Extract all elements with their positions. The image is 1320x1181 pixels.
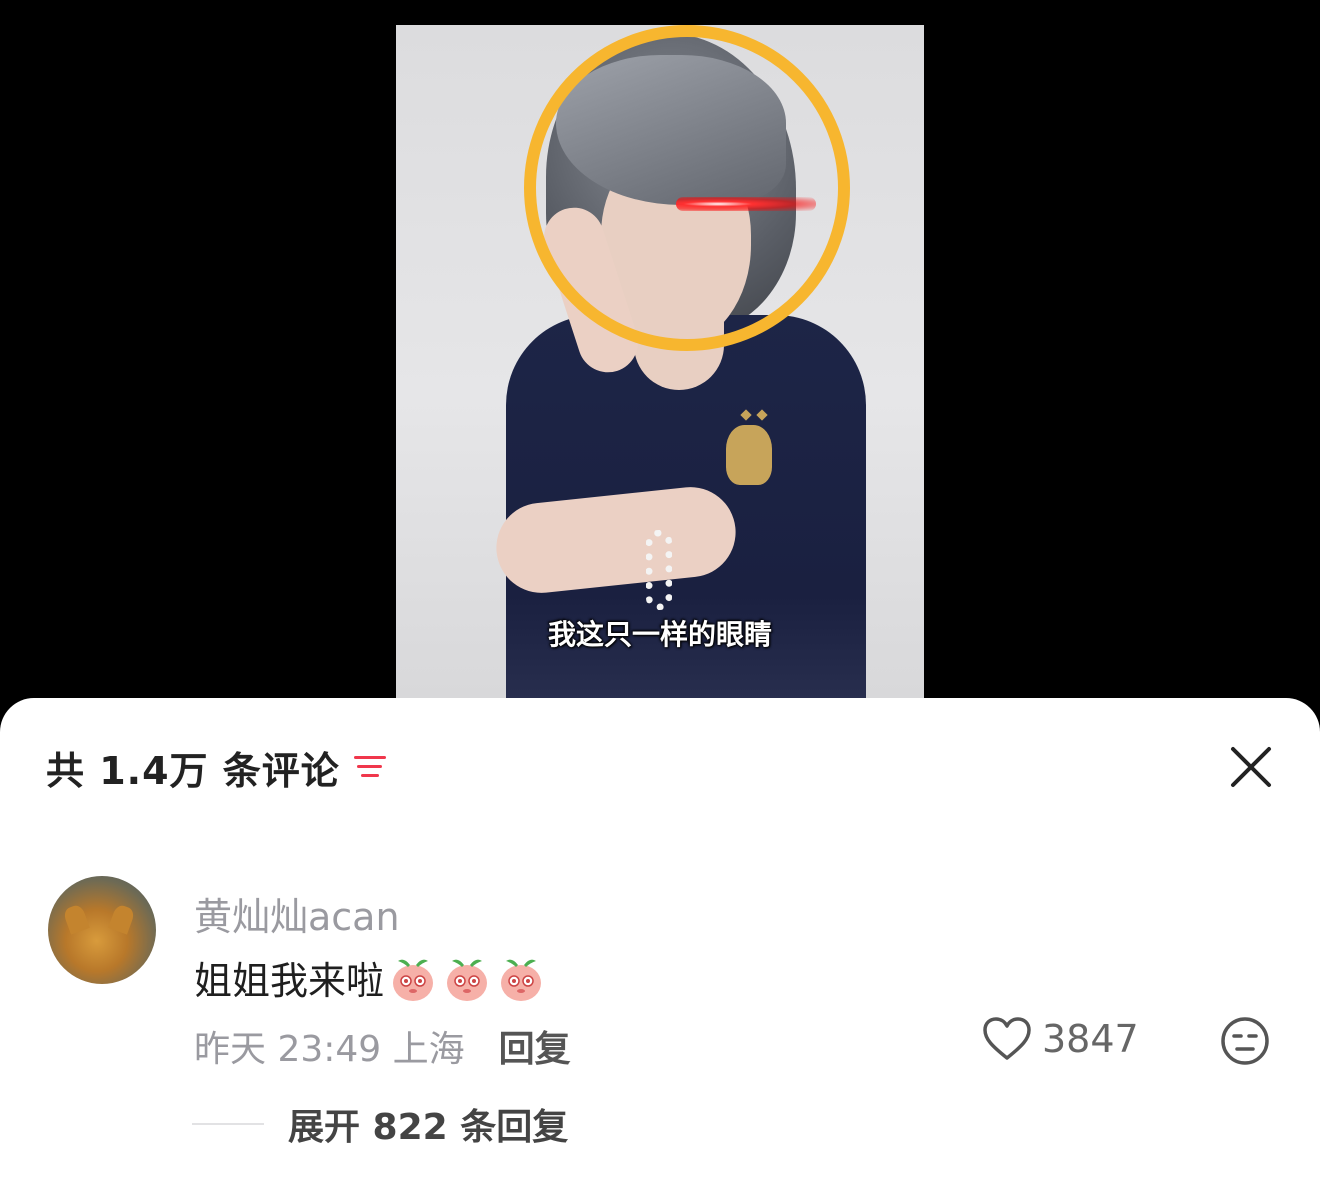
- comments-header: 共 1.4万 条评论: [46, 742, 390, 793]
- like-count: 3847: [1042, 1017, 1139, 1061]
- highlight-circle: [524, 25, 850, 351]
- expand-replies-label: 展开 822 条回复: [288, 1107, 569, 1148]
- comment-body: 姐姐我来啦: [194, 950, 546, 1005]
- expand-replies-button[interactable]: 展开 822 条回复: [192, 1098, 568, 1150]
- like-button[interactable]: 3847: [982, 1016, 1139, 1062]
- avatar[interactable]: [48, 876, 156, 984]
- comment-time-location: 昨天 23:49 上海: [194, 1029, 465, 1070]
- comment-username[interactable]: 黄灿灿acan: [194, 886, 400, 941]
- bracelet: [646, 530, 672, 610]
- comment-item: 黄灿灿acan 姐姐我来啦 昨天 23:49 上海 回复 3847: [48, 876, 1288, 1070]
- sort-icon[interactable]: [353, 752, 390, 782]
- laser-eye-effect: [676, 197, 816, 211]
- heart-icon: [983, 1017, 1031, 1060]
- reply-button[interactable]: 回复: [499, 1020, 571, 1072]
- comment-count-title: 共 1.4万 条评论: [46, 748, 340, 793]
- video-subtitle: 我这只一样的眼睛: [547, 618, 772, 651]
- comment-meta: 昨天 23:49 上海 回复: [194, 1020, 571, 1072]
- video-player[interactable]: 我这只一样的眼睛: [0, 0, 1320, 720]
- comments-sheet: 共 1.4万 条评论 黄灿灿acan 姐姐我来啦 昨天 23:49 上海 回复 …: [0, 698, 1320, 1181]
- rooster-crest-icon: [726, 425, 772, 485]
- divider: [192, 1123, 264, 1125]
- comment-text: 姐姐我来啦: [194, 959, 385, 1003]
- video-frame[interactable]: 我这只一样的眼睛: [396, 25, 924, 700]
- peach-face-emoji-icon: [393, 959, 434, 1001]
- peach-face-emoji-icon: [501, 959, 542, 1001]
- unimpressed-face-icon[interactable]: [1220, 1016, 1270, 1066]
- close-icon[interactable]: [1228, 744, 1274, 790]
- peach-face-emoji-icon: [447, 959, 488, 1001]
